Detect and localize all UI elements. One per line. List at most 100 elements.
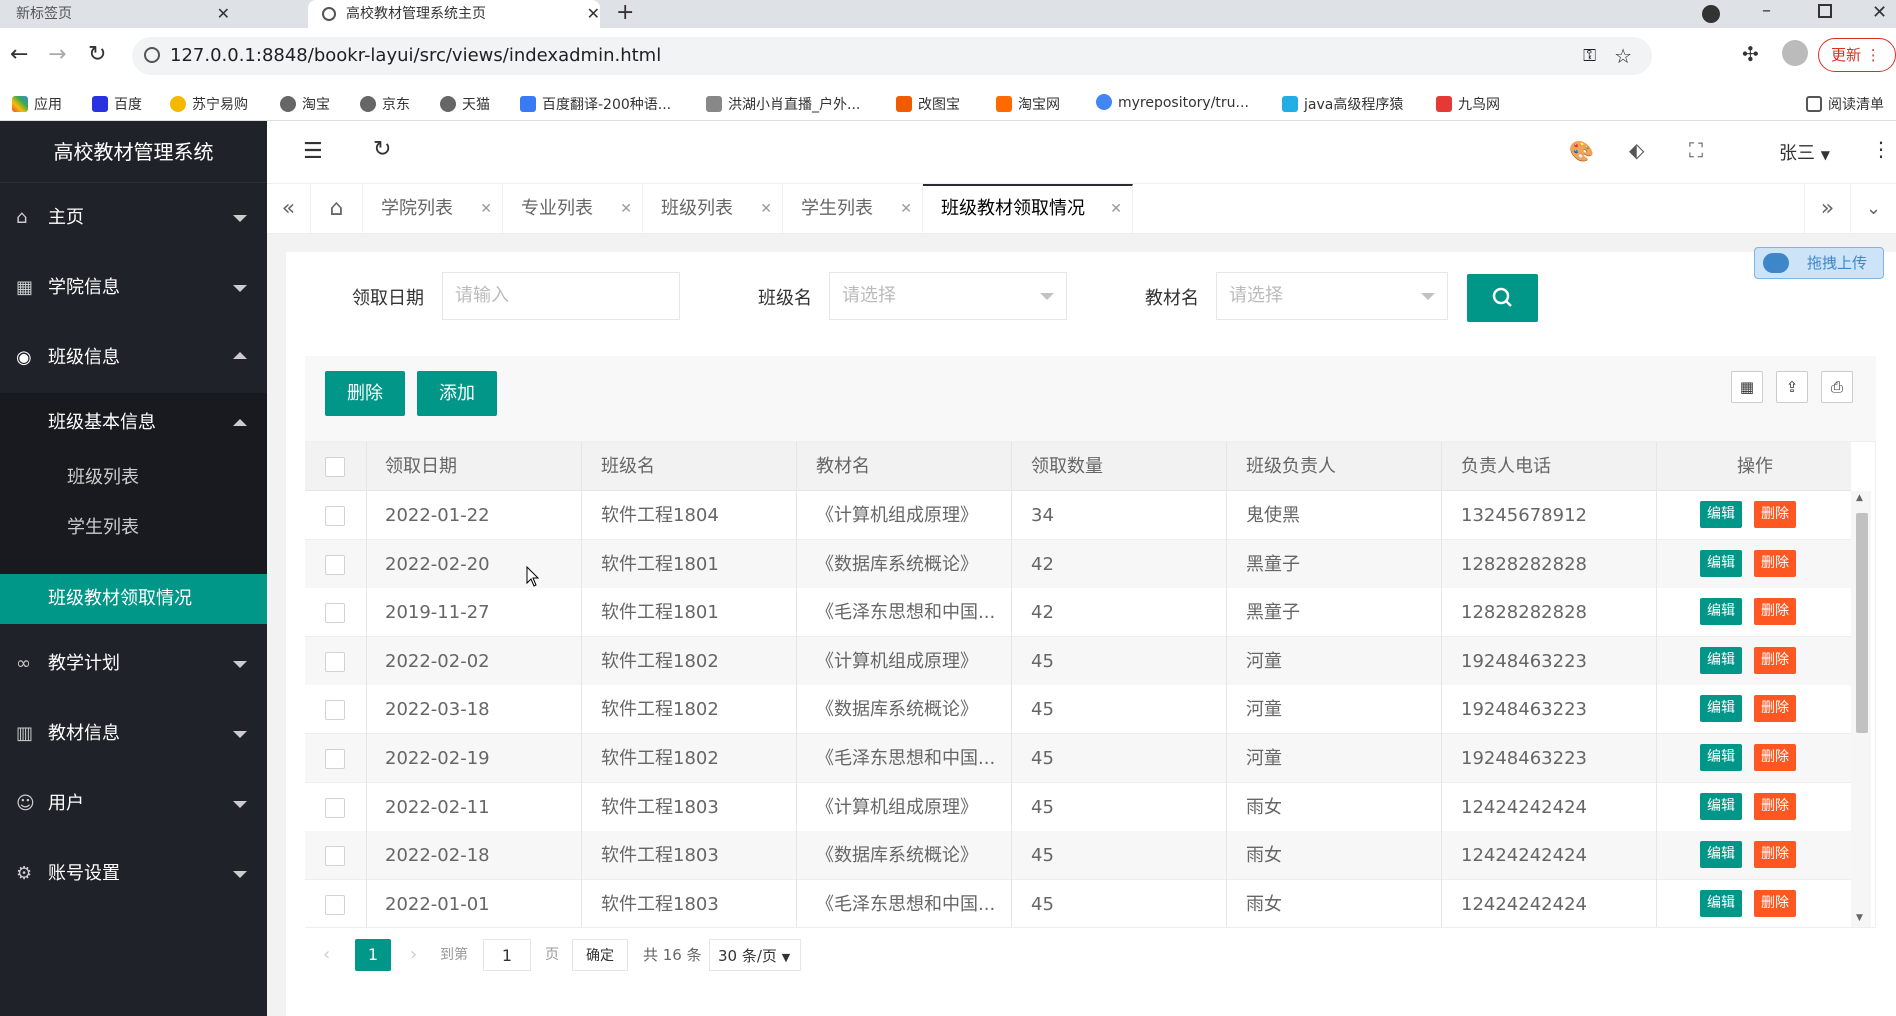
minimize-icon[interactable]: – (1762, 0, 1771, 22)
close-icon[interactable]: ✕ (760, 184, 772, 234)
update-button[interactable]: 更新 ⋮ (1818, 38, 1896, 72)
table-row[interactable]: 2022-03-18 软件工程1802 《数据库系统概论》 45 河童 192484632… (305, 685, 1851, 735)
row-checkbox[interactable] (325, 797, 345, 818)
menu-toggle-icon[interactable]: ☰ (303, 139, 323, 164)
bookmark-apps[interactable]: 应用 (12, 94, 62, 114)
edit-button[interactable]: 编辑 (1700, 695, 1742, 723)
sidebar-item-class[interactable]: ◉ 班级信息 (0, 323, 267, 393)
bookmark-jd[interactable]: 京东 (360, 94, 410, 114)
url-field[interactable]: 127.0.0.1:8848/bookr-layui/src/views/ind… (132, 37, 1652, 75)
row-checkbox[interactable] (325, 554, 345, 575)
row-delete-button[interactable]: 删除 (1754, 646, 1796, 674)
tabs-dropdown-icon[interactable]: ⌄ (1850, 184, 1896, 234)
row-checkbox[interactable] (325, 846, 345, 867)
sidebar-item-textbook[interactable]: ▥ 教材信息 (0, 699, 267, 769)
next-page-icon[interactable]: › (410, 939, 417, 971)
sidebar-item-user[interactable]: ☺ 用户 (0, 769, 267, 839)
tab-class-list[interactable]: 班级列表 ✕ (643, 184, 783, 234)
table-row[interactable]: 2022-02-18 软件工程1803 《数据库系统概论》 45 雨女 124242424… (305, 831, 1851, 881)
filter-date-input[interactable]: 请输入 (442, 272, 680, 320)
user-menu[interactable]: 张三 ▼ (1779, 139, 1830, 165)
row-delete-button[interactable]: 删除 (1754, 744, 1796, 771)
bookmark-java[interactable]: java高级程序猿 (1282, 94, 1403, 114)
prev-page-icon[interactable]: ‹ (323, 939, 330, 971)
table-row[interactable]: 2022-02-02 软件工程1802 《计算机组成原理》 45 河童 192484632… (305, 636, 1851, 686)
sidebar-item-account[interactable]: ⚙ 账号设置 (0, 839, 267, 909)
new-tab-icon[interactable]: + (616, 0, 634, 26)
key-icon[interactable]: ⚿ (1583, 37, 1596, 75)
star-icon[interactable]: ☆ (1614, 37, 1632, 75)
close-icon[interactable]: ✕ (620, 184, 632, 234)
row-checkbox[interactable] (325, 894, 345, 915)
filter-class-select[interactable]: 请选择 (829, 272, 1067, 320)
table-row[interactable]: 2019-11-27 软件工程1801 《毛泽东思想和中国... 42 黑童子 12828… (305, 588, 1851, 638)
row-checkbox[interactable] (325, 506, 345, 526)
row-checkbox[interactable] (325, 603, 345, 624)
sidebar-item-college[interactable]: ▦ 学院信息 (0, 253, 267, 323)
edit-button[interactable]: 编辑 (1700, 646, 1742, 674)
drag-upload-button[interactable]: 拖拽上传 (1754, 247, 1884, 279)
export-icon[interactable]: ⇪ (1776, 371, 1808, 403)
row-checkbox[interactable] (325, 700, 345, 721)
forward-icon[interactable]: → (48, 42, 66, 67)
page-number-input[interactable]: 1 (483, 939, 531, 971)
tabs-prev-icon[interactable]: « (267, 184, 311, 234)
row-delete-button[interactable]: 删除 (1754, 841, 1796, 869)
row-delete-button[interactable]: 删除 (1754, 695, 1796, 723)
sidebar-item-textbook-receive[interactable]: 班级教材领取情况 (0, 574, 267, 624)
row-delete-button[interactable]: 删除 (1754, 501, 1796, 528)
reload-icon[interactable]: ↻ (88, 42, 106, 67)
tab-major-list[interactable]: 专业列表 ✕ (503, 184, 643, 234)
refresh-icon[interactable]: ↻ (373, 137, 391, 162)
sidebar-item-home[interactable]: ⌂ 主页 (0, 183, 267, 253)
close-icon[interactable]: ✕ (587, 0, 600, 28)
columns-filter-icon[interactable]: ▦ (1731, 371, 1763, 403)
reading-list[interactable]: 阅读清单 (1806, 94, 1884, 114)
sidebar-item-student-list[interactable]: 学生列表 (0, 503, 267, 553)
row-delete-button[interactable]: 删除 (1754, 598, 1796, 626)
browser-tab-newtab[interactable]: 新标签页 ✕ (0, 0, 300, 28)
edit-button[interactable]: 编辑 (1700, 792, 1742, 820)
page-size-select[interactable]: 30 条/页 ▼ (709, 939, 801, 971)
profile-menu-icon[interactable] (1702, 5, 1720, 23)
table-row[interactable]: 2022-01-01 软件工程1803 《毛泽东思想和中国... 45 雨女 124242… (305, 879, 1851, 929)
sidebar-group-class-basic[interactable]: 班级基本信息 (0, 393, 267, 453)
edit-button[interactable]: 编辑 (1700, 841, 1742, 869)
row-checkbox[interactable] (325, 651, 345, 672)
browser-tab-active[interactable]: 高校教材管理系统主页 ✕ (308, 0, 600, 28)
bookmark-tmall[interactable]: 天猫 (440, 94, 490, 114)
select-all-checkbox[interactable] (325, 457, 345, 477)
scroll-down-icon[interactable]: ▼ (1856, 913, 1863, 923)
bookmark-honghu[interactable]: 洪湖小肖直播_户外... (706, 94, 860, 114)
bookmark-taobaowang[interactable]: 淘宝网 (996, 94, 1060, 114)
tag-icon[interactable]: ⬖ (1629, 138, 1644, 162)
scroll-thumb[interactable] (1856, 513, 1868, 733)
row-delete-button[interactable]: 删除 (1754, 549, 1796, 577)
row-checkbox[interactable] (325, 749, 345, 769)
close-icon[interactable]: ✕ (217, 0, 230, 28)
table-scrollbar[interactable]: ▲ ▼ (1851, 491, 1871, 927)
add-button[interactable]: 添加 (417, 371, 497, 416)
home-tab-icon[interactable]: ⌂ (311, 184, 363, 234)
bookmark-fanyi[interactable]: 百度翻译-200种语... (520, 94, 671, 114)
table-row[interactable]: 2022-02-19 软件工程1802 《毛泽东思想和中国... 45 河童 192484… (305, 734, 1851, 783)
bookmark-suning[interactable]: 苏宁易购 (170, 94, 248, 114)
edit-button[interactable]: 编辑 (1700, 549, 1742, 577)
delete-button[interactable]: 删除 (325, 371, 405, 416)
maximize-icon[interactable] (1818, 4, 1832, 18)
goto-confirm-button[interactable]: 确定 (572, 939, 628, 971)
fullscreen-icon[interactable]: ⛶ (1689, 138, 1703, 162)
page-1-button[interactable]: 1 (355, 939, 391, 971)
tab-student-list[interactable]: 学生列表 ✕ (783, 184, 923, 234)
table-row[interactable]: 2022-01-22 软件工程1804 《计算机组成原理》 34 鬼使黑 13245678… (305, 491, 1851, 540)
filter-book-select[interactable]: 请选择 (1216, 272, 1448, 320)
back-icon[interactable]: ← (10, 42, 28, 67)
bookmark-baidu[interactable]: 百度 (92, 94, 142, 114)
row-delete-button[interactable]: 删除 (1754, 889, 1796, 917)
sidebar-item-class-list[interactable]: 班级列表 (0, 453, 267, 503)
scroll-up-icon[interactable]: ▲ (1856, 493, 1863, 503)
avatar[interactable] (1782, 40, 1808, 66)
tab-textbook-receive[interactable]: 班级教材领取情况 ✕ (923, 184, 1133, 234)
sidebar-item-plan[interactable]: ∞ 教学计划 (0, 629, 267, 699)
bookmark-taobao[interactable]: 淘宝 (280, 94, 330, 114)
